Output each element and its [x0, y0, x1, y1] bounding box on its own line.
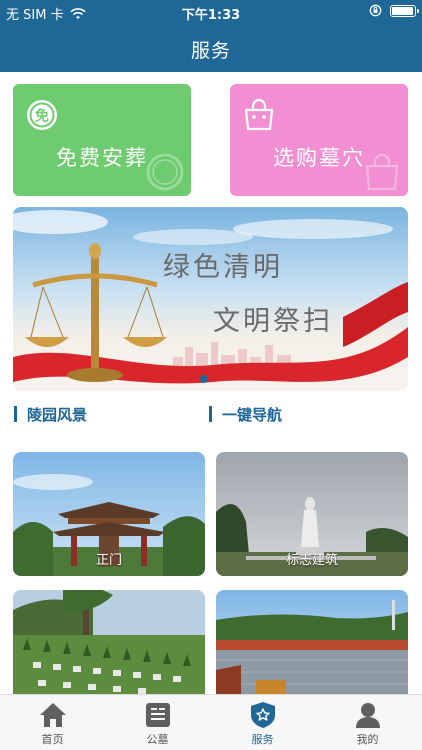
tab-home-label: 首页 — [41, 733, 64, 746]
tab-service-label: 服务 — [251, 733, 274, 746]
status-bar: 无 SIM 卡 下午1:33 — [0, 0, 422, 24]
shopping-bag-icon — [244, 98, 274, 131]
service-shield-icon — [251, 702, 275, 728]
photo-caption: 正门 — [95, 553, 122, 568]
tab-mine-label: 我的 — [356, 733, 379, 746]
svg-text:免: 免 — [35, 108, 49, 125]
photo-plaza[interactable] — [216, 590, 408, 694]
status-right — [369, 4, 419, 17]
tab-service[interactable]: 服务 — [210, 695, 315, 750]
user-icon — [356, 703, 380, 728]
plaza-image — [216, 590, 408, 694]
tab-cemetery-label: 公墓 — [146, 733, 169, 746]
tab-home[interactable]: 首页 — [0, 695, 105, 750]
section-scenery[interactable]: 陵园风景 — [14, 405, 88, 424]
section-marker — [14, 406, 17, 422]
photo-main-gate[interactable]: 正门 — [13, 452, 205, 576]
section-marker — [209, 406, 212, 422]
app-header: 无 SIM 卡 下午1:33 服务 — [0, 0, 422, 72]
status-time: 下午1:33 — [181, 8, 241, 23]
section-navigation[interactable]: 一键导航 — [209, 405, 283, 424]
tab-mine[interactable]: 我的 — [315, 695, 420, 750]
free-badge-icon: 免 — [27, 100, 57, 130]
battery-level — [392, 6, 413, 15]
buy-tomb-card[interactable]: 选购墓穴 — [230, 84, 408, 196]
banner-headline-2: 文明祭扫 — [213, 306, 333, 337]
battery-icon — [390, 4, 419, 17]
carousel-indicator[interactable] — [200, 375, 208, 383]
promo-banner[interactable]: 绿色清明 文明祭扫 — [13, 207, 408, 391]
shopping-bag-watermark-icon — [365, 153, 399, 191]
tab-cemetery[interactable]: 公墓 — [105, 695, 210, 750]
home-icon — [40, 703, 66, 727]
section-navigation-label: 一键导航 — [222, 405, 283, 424]
page-title: 服务 — [190, 40, 231, 62]
photo-landmark[interactable]: 标志建筑 — [216, 452, 408, 576]
photo-tomb-rows[interactable] — [13, 590, 205, 694]
free-burial-card[interactable]: 免 免费安葬 — [13, 84, 191, 196]
orientation-lock-icon — [369, 4, 382, 17]
bottom-tab-bar: 首页 公墓 服务 我的 — [0, 694, 422, 750]
photo-caption: 标志建筑 — [285, 553, 338, 568]
cemetery-card-icon — [146, 703, 170, 727]
tomb-rows-image — [13, 590, 205, 694]
banner-headline-1: 绿色清明 — [163, 252, 283, 283]
banner-artwork — [13, 210, 408, 384]
section-scenery-label: 陵园风景 — [27, 405, 88, 424]
free-badge-watermark-icon — [146, 153, 184, 191]
